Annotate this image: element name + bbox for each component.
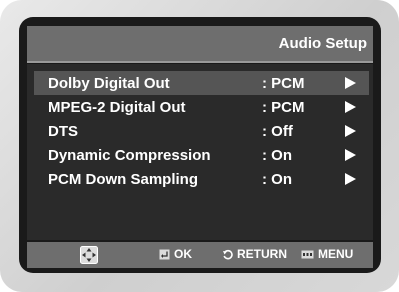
menu-item-label: Dynamic Compression: [48, 147, 211, 164]
menu-icon: [301, 250, 314, 259]
right-arrow-icon: [345, 101, 356, 113]
page-title: Audio Setup: [278, 35, 367, 52]
header-bar: Audio Setup: [27, 26, 373, 61]
menu-item-label: PCM Down Sampling: [48, 171, 198, 188]
directional-pad-icon: [80, 246, 98, 264]
menu-label: MENU: [318, 247, 354, 261]
menu-item-pcm-down-sampling[interactable]: PCM Down Sampling : On: [34, 167, 369, 191]
menu-hint: MENU: [301, 247, 353, 263]
tv-frame: Audio Setup Dolby Digital Out : PCM MPEG…: [0, 0, 399, 292]
menu-item-label: MPEG-2 Digital Out: [48, 99, 186, 116]
right-arrow-icon: [345, 125, 356, 137]
right-arrow-icon: [345, 77, 356, 89]
right-arrow-icon: [345, 173, 356, 185]
enter-icon: [159, 249, 170, 260]
menu-item-value: : On: [262, 171, 292, 188]
menu-item-dynamic-compression[interactable]: Dynamic Compression : On: [34, 143, 369, 167]
menu-item-value: : PCM: [262, 75, 305, 92]
osd-screen: Audio Setup Dolby Digital Out : PCM MPEG…: [19, 17, 381, 273]
menu-item-dts[interactable]: DTS : Off: [34, 119, 369, 143]
right-arrow-icon: [345, 149, 356, 161]
menu-list: Dolby Digital Out : PCM MPEG-2 Digital O…: [27, 64, 373, 240]
menu-item-value: : On: [262, 147, 292, 164]
ok-hint: OK: [159, 247, 192, 263]
ok-label: OK: [174, 247, 192, 261]
menu-item-mpeg2-digital-out[interactable]: MPEG-2 Digital Out : PCM: [34, 95, 369, 119]
header-divider: [27, 61, 373, 63]
footer-bar: OK RETURN MENU: [27, 242, 373, 268]
return-label: RETURN: [237, 247, 287, 261]
menu-item-dolby-digital-out[interactable]: Dolby Digital Out : PCM: [34, 71, 369, 95]
menu-item-value: : Off: [262, 123, 293, 140]
return-hint: RETURN: [222, 247, 287, 263]
menu-item-label: Dolby Digital Out: [48, 75, 170, 92]
menu-item-label: DTS: [48, 123, 78, 140]
return-icon: [223, 250, 233, 260]
menu-item-value: : PCM: [262, 99, 305, 116]
